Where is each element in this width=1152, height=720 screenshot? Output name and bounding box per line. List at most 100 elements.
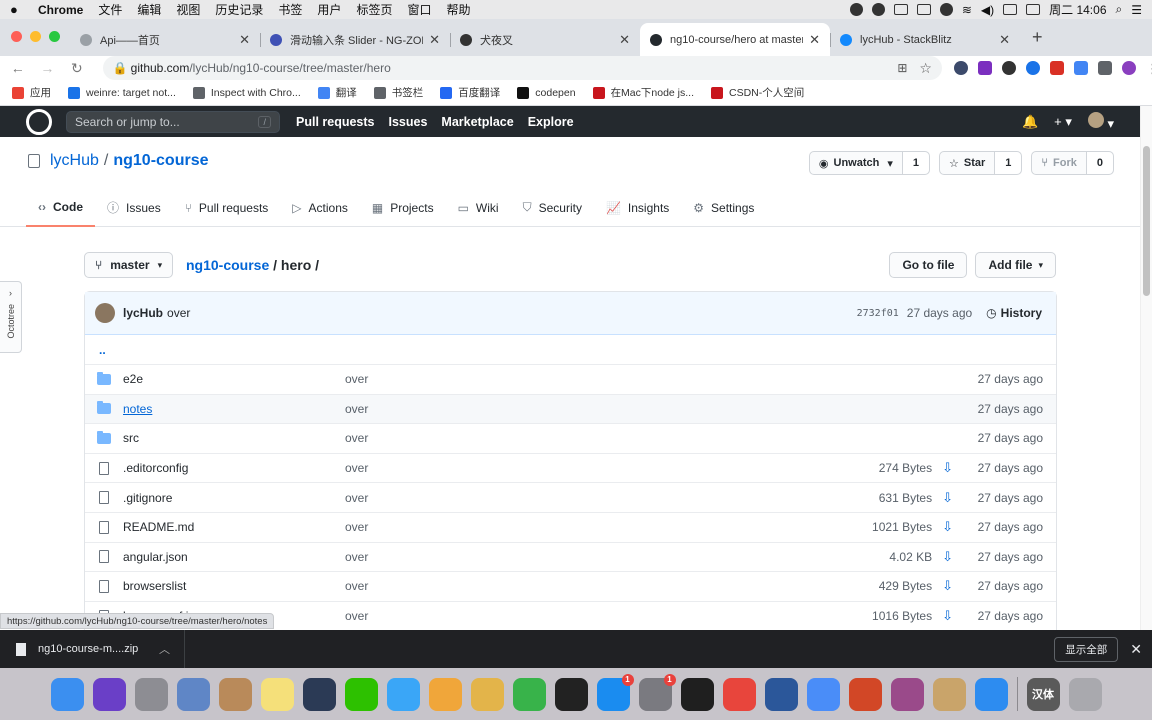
- repo-name-link[interactable]: ng10-course: [113, 152, 208, 170]
- nav-issues[interactable]: Issues: [389, 115, 428, 129]
- breadcrumb-repo-link[interactable]: ng10-course: [186, 257, 269, 273]
- download-icon[interactable]: ⇩: [942, 608, 953, 624]
- table-row[interactable]: angular.json over 4.02 KB ⇩ 27 days ago: [85, 543, 1056, 573]
- show-all-downloads-button[interactable]: 显示全部: [1054, 636, 1119, 662]
- dock-numbers-icon[interactable]: [512, 677, 546, 711]
- dock-finder-icon[interactable]: [50, 677, 84, 711]
- dock-webstorm-icon[interactable]: [680, 677, 714, 711]
- battery-icon[interactable]: [1026, 4, 1041, 15]
- extension-icon-3[interactable]: [1001, 61, 1016, 75]
- download-icon[interactable]: ⇩: [942, 549, 953, 565]
- file-commit-message[interactable]: over: [345, 609, 872, 623]
- menu-bookmarks[interactable]: 书签: [278, 1, 302, 18]
- dock-quicktime-icon[interactable]: [302, 677, 336, 711]
- file-name-link[interactable]: angular.json: [123, 550, 345, 564]
- file-name-link[interactable]: README.md: [123, 520, 345, 534]
- dock-photos-icon[interactable]: [428, 677, 462, 711]
- dock-preview-icon[interactable]: [176, 677, 210, 711]
- dock-launchpad-icon[interactable]: [134, 677, 168, 711]
- bookmark-star-icon[interactable]: ☆: [919, 60, 932, 77]
- file-commit-message[interactable]: over: [345, 579, 879, 593]
- download-icon[interactable]: ⇩: [942, 519, 953, 535]
- tray-app-icon[interactable]: [849, 3, 863, 16]
- dock-app-store-icon[interactable]: 1: [596, 673, 634, 711]
- dock-keynote-icon[interactable]: [470, 677, 504, 711]
- file-commit-message[interactable]: over: [345, 372, 967, 386]
- display-icon[interactable]: [916, 4, 931, 15]
- chrome-menu-icon[interactable]: ⋮: [1146, 61, 1152, 76]
- reload-button[interactable]: ↻: [65, 60, 89, 77]
- menu-history[interactable]: 历史记录: [215, 1, 263, 18]
- menu-help[interactable]: 帮助: [446, 1, 470, 18]
- profile-avatar[interactable]: [1121, 61, 1136, 75]
- table-row[interactable]: notes over 27 days ago: [85, 394, 1056, 425]
- close-icon[interactable]: ✕: [1130, 641, 1142, 658]
- bookmark-item[interactable]: codepen: [517, 86, 576, 99]
- file-name-link[interactable]: src: [123, 431, 345, 445]
- menu-tab[interactable]: 标签页: [356, 1, 392, 18]
- file-commit-message[interactable]: over: [345, 461, 879, 475]
- lock-icon[interactable]: 🔒: [113, 61, 128, 75]
- tab-pull-requests[interactable]: ⑂ Pull requests: [173, 188, 281, 227]
- close-icon[interactable]: ✕: [239, 32, 250, 48]
- file-commit-message[interactable]: over: [345, 550, 889, 564]
- control-center-icon[interactable]: ☰: [1131, 3, 1142, 17]
- dock-baidu-netdisk-icon[interactable]: [806, 677, 840, 711]
- go-to-file-button[interactable]: Go to file: [889, 252, 968, 278]
- dock-contacts-icon[interactable]: [218, 677, 252, 711]
- zoom-window-button[interactable]: [49, 31, 60, 42]
- bookmark-item[interactable]: weinre: target not...: [68, 86, 176, 99]
- tab-projects[interactable]: ▦ Projects: [360, 188, 446, 227]
- address-bar[interactable]: 🔒 github.com /lycHub/ng10-course/tree/ma…: [102, 56, 942, 80]
- file-name-link[interactable]: browserslist: [123, 579, 345, 593]
- close-icon[interactable]: ✕: [429, 32, 440, 48]
- chevron-up-icon[interactable]: ︿: [159, 641, 170, 657]
- repo-owner-link[interactable]: lycHub: [50, 152, 99, 170]
- branch-select-button[interactable]: ⑂ master ▾: [84, 252, 174, 278]
- table-row[interactable]: src over 27 days ago: [85, 424, 1056, 454]
- user-menu[interactable]: ▾: [1087, 111, 1114, 132]
- close-icon[interactable]: ✕: [619, 32, 630, 48]
- create-new-dropdown[interactable]: + ▾: [1054, 114, 1072, 130]
- wechat-tray-icon[interactable]: [871, 3, 885, 16]
- fork-button[interactable]: ⑂ Fork: [1032, 152, 1087, 174]
- translate-icon[interactable]: ⊞: [897, 61, 907, 75]
- dock-trash-icon[interactable]: [1068, 677, 1102, 711]
- tab-insights[interactable]: 📈 Insights: [594, 188, 681, 227]
- menu-file[interactable]: 文件: [98, 1, 122, 18]
- dock-input-method-icon[interactable]: 汉体: [1026, 677, 1060, 711]
- tab-code[interactable]: ‹› Code: [26, 188, 95, 227]
- back-button[interactable]: ←: [6, 60, 30, 76]
- clock[interactable]: 周二 14:06: [1049, 1, 1106, 18]
- browser-tab[interactable]: ng10-course/hero at master · l ✕: [640, 23, 830, 56]
- dock-word-icon[interactable]: [764, 677, 798, 711]
- file-commit-message[interactable]: over: [345, 520, 872, 534]
- octotree-toggle[interactable]: › Octotree: [0, 281, 22, 353]
- browser-tab[interactable]: lycHub - StackBlitz ✕: [830, 23, 1020, 56]
- spotlight-icon[interactable]: ⌕: [1116, 2, 1123, 17]
- forward-button[interactable]: →: [36, 60, 60, 76]
- add-file-button[interactable]: Add file ▾: [975, 252, 1056, 278]
- dock-messages-icon[interactable]: [386, 677, 420, 711]
- dock-system-preferences-icon[interactable]: 1: [638, 673, 676, 711]
- menu-view[interactable]: 视图: [176, 1, 200, 18]
- download-item[interactable]: ng10-course-m....zip ︿: [0, 630, 185, 668]
- star-button[interactable]: ☆ Star: [940, 152, 996, 174]
- extension-icon-1[interactable]: [953, 61, 968, 75]
- extension-icon-4[interactable]: [1025, 61, 1040, 75]
- file-name-link[interactable]: .editorconfig: [123, 461, 345, 475]
- browser-tab[interactable]: Api——首页 ✕: [70, 23, 260, 56]
- bookmark-item[interactable]: Inspect with Chro...: [192, 86, 301, 99]
- bookmark-item[interactable]: 应用: [12, 85, 51, 100]
- tab-settings[interactable]: ⚙ Settings: [681, 188, 766, 227]
- file-commit-message[interactable]: over: [345, 431, 967, 445]
- file-name-link[interactable]: notes: [123, 402, 345, 416]
- dock-chrome-icon[interactable]: [722, 677, 756, 711]
- nav-explore[interactable]: Explore: [528, 115, 574, 129]
- github-logo-icon[interactable]: [26, 108, 52, 135]
- browser-tab[interactable]: 犬夜叉 ✕: [450, 23, 640, 56]
- history-link[interactable]: ◷ History: [986, 306, 1042, 320]
- menu-people[interactable]: 用户: [317, 1, 341, 18]
- close-window-button[interactable]: [11, 31, 22, 42]
- bookmark-item[interactable]: 在Mac下node js...: [592, 85, 694, 100]
